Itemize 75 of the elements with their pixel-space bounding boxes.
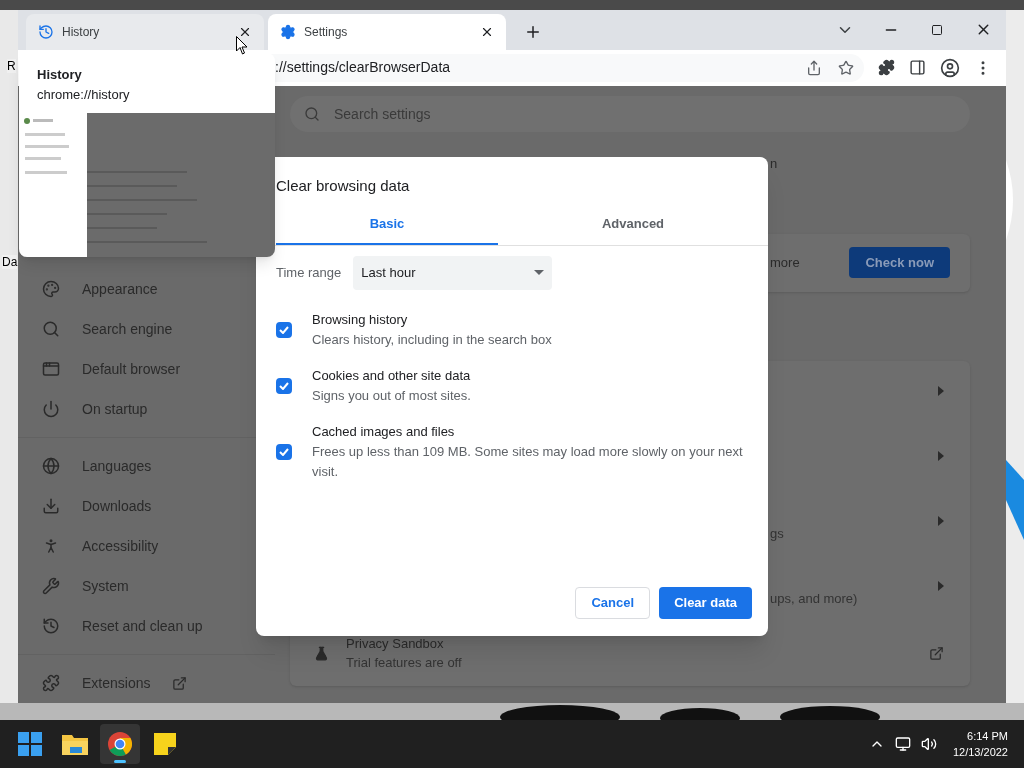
arrow-right-icon[interactable]	[938, 386, 944, 396]
extensions-icon[interactable]	[878, 59, 895, 77]
sidebar-item[interactable]: System	[18, 566, 275, 606]
sidebar-item[interactable]: Accessibility	[18, 526, 275, 566]
option-description: Frees up less than 109 MB. Some sites may load more slowly on your next visit.	[312, 442, 744, 481]
history-icon	[38, 23, 54, 40]
sidebar-item[interactable]: Appearance	[18, 269, 275, 309]
browser-logo-icon	[108, 732, 132, 756]
browser-tab[interactable]: Settings	[268, 13, 506, 50]
external-link-icon[interactable]	[172, 675, 188, 691]
dialog-title: Clear browsing data	[276, 176, 411, 196]
browser-tab[interactable]: History	[26, 13, 264, 50]
folder-icon	[62, 733, 88, 755]
share-icon[interactable]	[806, 59, 822, 76]
sidebar-item[interactable]: Languages	[18, 446, 275, 486]
option-title: Browsing history	[312, 310, 409, 329]
dropdown-caret-icon	[534, 270, 545, 275]
row-subtitle: gs	[770, 526, 784, 541]
hover-card-url: chrome://history	[37, 86, 131, 104]
download-icon	[42, 497, 60, 515]
puzzle-icon	[42, 674, 60, 692]
row-title: Privacy Sandbox	[346, 634, 445, 653]
network-icon[interactable]	[894, 736, 911, 752]
sticky-note-icon	[154, 733, 176, 755]
search-icon	[304, 106, 320, 122]
palette-icon	[42, 280, 60, 298]
checkbox[interactable]	[276, 443, 292, 460]
history-icon	[42, 617, 60, 635]
sidebar-item[interactable]: Search engine	[18, 309, 275, 349]
desktop-icon-label: Da	[2, 255, 18, 269]
option-description: Clears history, including in the search box	[312, 330, 552, 349]
sidebar-item[interactable]: Downloads	[18, 486, 275, 526]
checkmark-icon	[279, 325, 289, 334]
option-title: Cached images and files	[312, 422, 456, 441]
dialog-tab[interactable]: Basic	[276, 205, 498, 245]
side-panel-icon[interactable]	[909, 59, 926, 77]
browser-window-icon	[42, 360, 60, 378]
sidebar-item[interactable]: Extensions	[18, 663, 275, 703]
clock-date: 12/13/2022	[952, 745, 1008, 760]
taskbar-app[interactable]	[100, 724, 140, 764]
row-subtitle: ups, and more)	[770, 591, 858, 606]
arrow-right-icon[interactable]	[938, 516, 944, 526]
search-icon	[42, 320, 60, 338]
clock-time: 6:14 PM	[967, 729, 1008, 744]
checkbox[interactable]	[276, 321, 292, 338]
check-now-button[interactable]: Check now	[849, 247, 950, 278]
power-icon	[42, 400, 60, 418]
section-heading: n	[770, 155, 778, 173]
arrow-right-icon[interactable]	[938, 451, 944, 461]
checkmark-icon	[279, 381, 289, 390]
row-subtitle: Trial features are off	[346, 654, 463, 672]
star-icon[interactable]	[838, 59, 854, 76]
option-title: Cookies and other site data	[312, 366, 471, 385]
volume-icon[interactable]	[920, 736, 937, 752]
wrench-icon	[42, 577, 60, 595]
hover-card-title: History	[37, 66, 83, 84]
maximize-icon[interactable]	[931, 23, 943, 36]
option-description: Signs you out of most sites.	[312, 386, 471, 405]
checkmark-icon	[279, 447, 289, 456]
external-link-icon[interactable]	[929, 645, 944, 661]
desktop-icon-label: R	[7, 59, 16, 73]
running-indicator	[114, 760, 126, 763]
arrow-right-icon[interactable]	[938, 581, 944, 591]
clear-data-button[interactable]: Clear data	[659, 587, 752, 619]
windows-logo-icon	[18, 732, 42, 756]
profile-icon[interactable]	[940, 57, 960, 78]
flask-icon	[314, 645, 329, 661]
sidebar-item[interactable]: On startup	[18, 389, 275, 429]
sidebar-item[interactable]: Reset and clean up	[18, 606, 275, 646]
settings-icon	[280, 23, 296, 40]
cancel-button[interactable]: Cancel	[575, 587, 651, 619]
time-range-select[interactable]: Last hour	[353, 255, 553, 290]
checkbox[interactable]	[276, 377, 292, 394]
globe-icon	[42, 457, 60, 475]
sidebar-item[interactable]: Default browser	[18, 349, 275, 389]
